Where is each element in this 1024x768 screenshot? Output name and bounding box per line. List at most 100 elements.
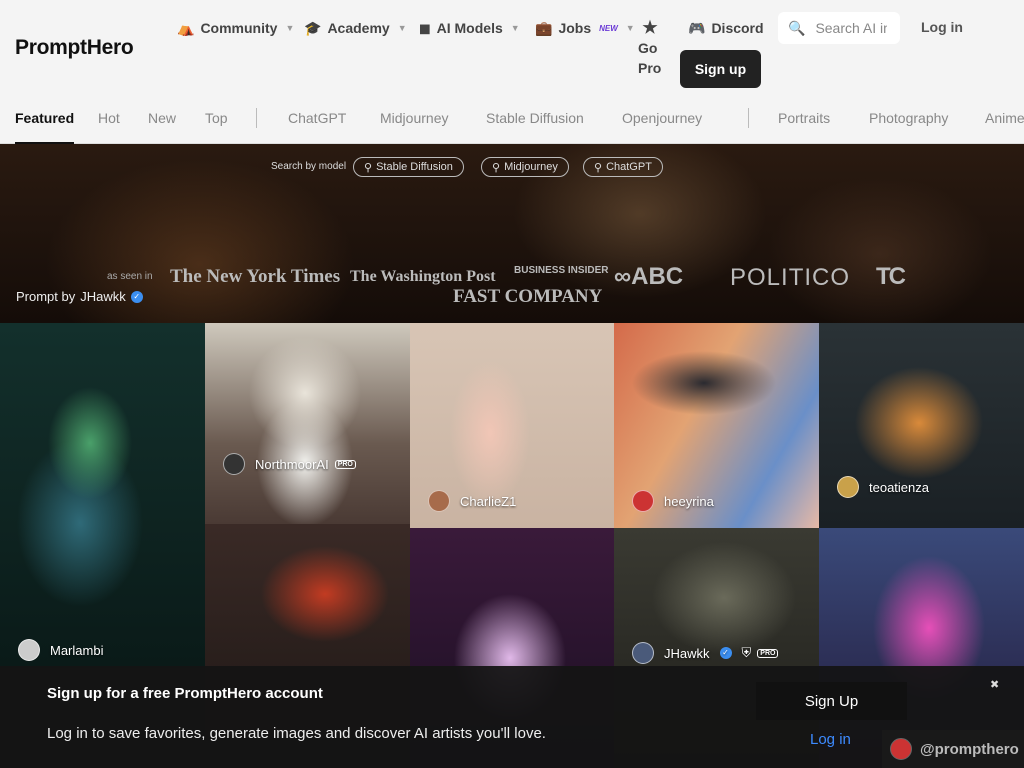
search-input[interactable]: [815, 20, 888, 36]
model-pill-stable-diffusion[interactable]: ⚲ Stable Diffusion: [353, 157, 464, 177]
nav-academy-label: Academy: [327, 20, 390, 36]
nav-ai-models[interactable]: ◼ AI Models ▼: [419, 18, 520, 38]
banner-login-link[interactable]: Log in: [810, 731, 851, 748]
model-pill-label: ChatGPT: [606, 161, 652, 173]
card-author[interactable]: NorthmoorAI PRO: [223, 453, 356, 475]
banner-text: Log in to save favorites, generate image…: [47, 725, 546, 742]
avatar: [18, 639, 40, 661]
tab-anime[interactable]: Anime: [985, 110, 1024, 126]
nav-academy[interactable]: 🎓 Academy ▼: [304, 18, 407, 38]
card-author[interactable]: heeyrina: [632, 490, 714, 512]
avatar: [837, 476, 859, 498]
card-author[interactable]: CharlieZ1: [428, 490, 516, 512]
tab-portraits[interactable]: Portraits: [778, 110, 830, 126]
graduation-cap-icon: 🎓: [304, 19, 322, 36]
community-icon: ⛺: [177, 19, 195, 36]
search-box[interactable]: 🔍: [778, 12, 900, 44]
avatar: [632, 642, 654, 664]
banner-title: Sign up for a free PromptHero account: [47, 685, 323, 702]
author-name: NorthmoorAI: [255, 456, 329, 472]
image-card-painted-face[interactable]: heeyrina: [614, 323, 819, 528]
category-tabs: Featured Hot New Top ChatGPT Midjourney …: [0, 100, 1024, 144]
card-author[interactable]: teoatienza: [837, 476, 929, 498]
avatar: [632, 490, 654, 512]
go-pro-line1: Go: [638, 40, 658, 56]
tab-hot[interactable]: Hot: [98, 110, 120, 126]
tab-new[interactable]: New: [148, 110, 176, 126]
prompt-by-user: JHawkk: [80, 289, 126, 304]
press-logo-abc: ∞ABC: [614, 263, 683, 291]
avatar: [890, 738, 912, 760]
site-header: PromptHero ⛺ Community ▼ 🎓 Academy ▼ ◼ A…: [0, 0, 1024, 144]
image-card-girl-with-dog[interactable]: CharlieZ1: [410, 323, 614, 528]
author-name: CharlieZ1: [460, 493, 517, 509]
tab-divider: [748, 108, 749, 128]
press-logo-politico: POLITICO: [730, 264, 851, 291]
tab-chatgpt[interactable]: ChatGPT: [288, 110, 346, 126]
tab-top[interactable]: Top: [205, 110, 228, 126]
social-handle[interactable]: @prompthero: [882, 730, 1024, 768]
briefcase-icon: 💼: [535, 19, 553, 36]
nav-go-pro[interactable]: ★ Go Pro: [638, 18, 668, 78]
hero-banner: Search by model ⚲ Stable Diffusion ⚲ Mid…: [0, 144, 1024, 323]
nav-discord-label: Discord: [711, 20, 764, 36]
avatar: [223, 453, 245, 475]
cube-icon: ◼: [419, 19, 431, 36]
search-icon: ⚲: [492, 161, 501, 174]
model-pill-chatgpt[interactable]: ⚲ ChatGPT: [583, 157, 663, 177]
verified-icon: ✓: [130, 290, 143, 303]
abc-icon: ∞: [614, 263, 632, 290]
tab-photography[interactable]: Photography: [869, 110, 948, 126]
shield-icon: ⛨: [741, 645, 752, 660]
image-card-white-kimono[interactable]: NorthmoorAI PRO: [205, 323, 410, 524]
nav-ai-models-label: AI Models: [436, 20, 503, 36]
new-badge: NEW: [599, 23, 618, 33]
close-icon[interactable]: ✖: [990, 678, 999, 691]
card-author[interactable]: JHawkk ✓ ⛨ PRO: [632, 642, 779, 664]
nav-jobs[interactable]: 💼 Jobs NEW ▼: [535, 18, 635, 38]
signup-button[interactable]: Sign up: [680, 50, 761, 88]
pro-badge: PRO: [334, 459, 356, 469]
prompt-by[interactable]: Prompt by JHawkk ✓: [16, 289, 143, 304]
prompt-by-label: Prompt by: [16, 289, 76, 304]
tab-openjourney[interactable]: Openjourney: [622, 110, 702, 126]
discord-icon: 🎮: [688, 19, 706, 36]
press-logo-business-insider: BUSINESS INSIDER: [514, 265, 609, 276]
tab-divider: [256, 108, 257, 128]
chevron-down-icon: ▼: [285, 23, 295, 33]
logo[interactable]: PromptHero: [15, 36, 134, 60]
verified-icon: ✓: [719, 647, 732, 659]
search-icon: ⚲: [364, 161, 373, 174]
tab-midjourney[interactable]: Midjourney: [380, 110, 448, 126]
model-pill-midjourney[interactable]: ⚲ Midjourney: [481, 157, 569, 177]
tab-featured[interactable]: Featured: [15, 110, 75, 144]
press-logo-fast-company: FAST COMPANY: [453, 286, 603, 307]
login-link[interactable]: Log in: [921, 19, 963, 35]
signup-banner: Sign up for a free PromptHero account Lo…: [0, 666, 1024, 768]
card-author[interactable]: Marlambi: [18, 639, 103, 661]
as-seen-in-label: as seen in: [107, 271, 153, 282]
model-pill-label: Midjourney: [504, 161, 558, 173]
handle-text: @prompthero: [920, 740, 1019, 758]
page: PromptHero ⛺ Community ▼ 🎓 Academy ▼ ◼ A…: [0, 0, 1024, 768]
press-logo-wapo: The Washington Post: [350, 268, 496, 285]
image-card-angry-cat[interactable]: teoatienza: [819, 323, 1024, 528]
author-name: heeyrina: [664, 493, 714, 509]
press-logo-nyt: The New York Times: [170, 266, 341, 287]
search-icon: ⚲: [594, 161, 603, 174]
nav-discord[interactable]: 🎮 Discord: [688, 18, 764, 38]
nav-community[interactable]: ⛺ Community ▼: [177, 18, 294, 38]
nav-jobs-label: Jobs: [558, 20, 592, 36]
avatar: [428, 490, 450, 512]
model-pill-label: Stable Diffusion: [376, 161, 453, 173]
press-logo-abc-label: ABC: [631, 263, 684, 290]
nav-community-label: Community: [200, 20, 278, 36]
chevron-down-icon: ▼: [397, 23, 407, 33]
author-name: Marlambi: [50, 642, 104, 658]
press-logo-techcrunch: TC: [876, 263, 906, 290]
tab-stable-diffusion[interactable]: Stable Diffusion: [486, 110, 584, 126]
chevron-down-icon: ▼: [625, 23, 635, 33]
banner-signup-button[interactable]: Sign Up: [756, 682, 907, 720]
search-by-model-label: Search by model: [271, 161, 347, 172]
image-card-deer[interactable]: Marlambi: [0, 323, 205, 668]
